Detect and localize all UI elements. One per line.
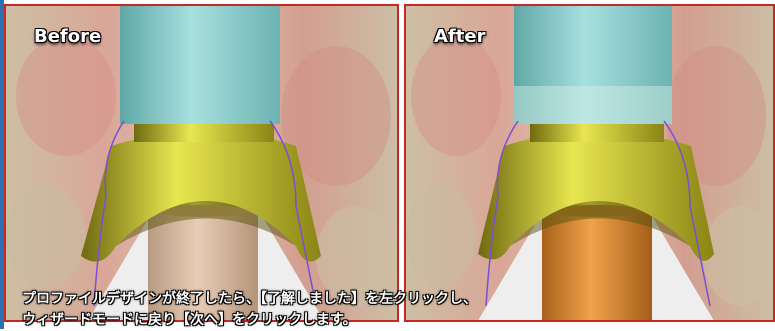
before-scene [6, 6, 397, 320]
before-panel: Before [4, 4, 399, 322]
caption-line-1: プロファイルデザインが終了したら、【了解しました】を左クリックし、 [22, 291, 477, 307]
after-panel: After [404, 4, 775, 322]
after-label: After [434, 26, 486, 47]
after-scene [406, 6, 773, 320]
caption-line-2: ウィザードモードに戻り【次へ】をクリックします。 [22, 312, 357, 328]
before-label: Before [34, 26, 102, 47]
instruction-caption: プロファイルデザインが終了したら、【了解しました】を左クリックし、 ウィザードモ… [22, 289, 762, 331]
